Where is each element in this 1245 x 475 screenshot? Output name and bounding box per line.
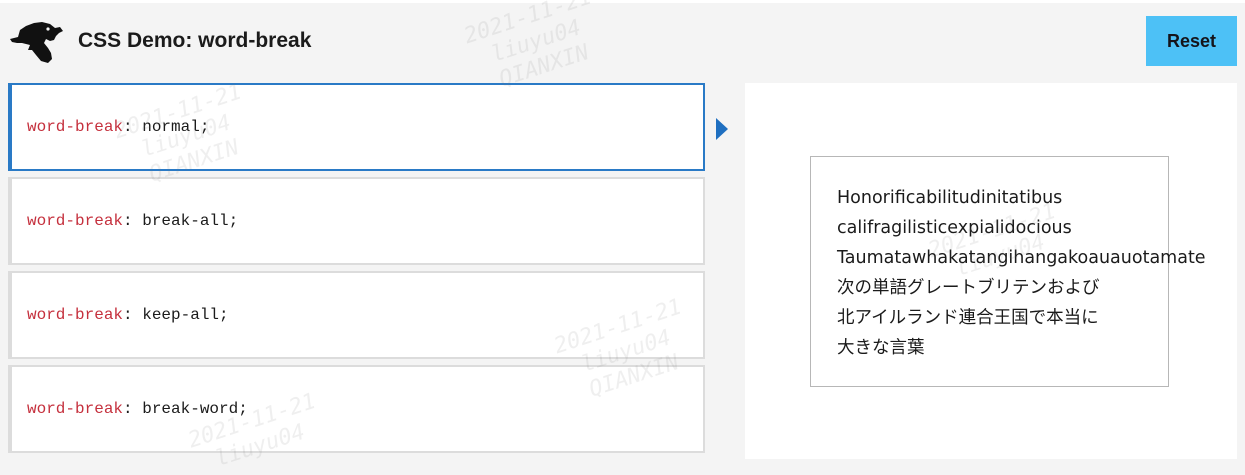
choice-value: keep-all; xyxy=(142,306,229,324)
choice-property: word-break xyxy=(27,306,124,324)
example-line: califragilisticexpialidocious xyxy=(837,218,1072,238)
choice-value: break-word; xyxy=(142,400,248,418)
choice-code: word-break: keep-all; xyxy=(27,306,229,324)
selected-arrow-icon xyxy=(716,118,728,140)
reset-button[interactable]: Reset xyxy=(1146,16,1237,66)
header: CSS Demo: word-break Reset xyxy=(0,3,1245,83)
choice-break-all[interactable]: word-break: break-all; xyxy=(8,177,705,265)
choice-keep-all[interactable]: word-break: keep-all; xyxy=(8,271,705,359)
choice-property: word-break xyxy=(27,400,124,418)
choice-code: word-break: break-all; xyxy=(27,212,239,230)
choice-property: word-break xyxy=(27,118,124,136)
choice-value: normal; xyxy=(142,118,210,136)
output-panel: Honorificabilitudinitatibus califragilis… xyxy=(745,83,1237,459)
choice-property: word-break xyxy=(27,212,124,230)
example-line: Taumatawhakatangihangakoauauotamate xyxy=(837,248,1206,268)
example-element: Honorificabilitudinitatibus califragilis… xyxy=(810,156,1206,387)
page-title: CSS Demo: word-break xyxy=(78,29,312,52)
example-line: Honorificabilitudinitatibus xyxy=(837,188,1063,208)
choice-normal[interactable]: word-break: normal; xyxy=(8,83,705,171)
choice-value: break-all; xyxy=(142,212,239,230)
choice-code: word-break: break-word; xyxy=(27,400,248,418)
dinosaur-logo-icon xyxy=(10,22,63,63)
choice-code: word-break: normal; xyxy=(27,118,210,136)
choice-break-word[interactable]: word-break: break-word; xyxy=(8,365,705,453)
example-line: 次の単語グレートブリテンおよび xyxy=(837,278,1100,298)
page: CSS Demo: word-break Reset word-break: n… xyxy=(0,0,1245,475)
example-line: 大きな言葉 xyxy=(837,338,925,358)
example-line: 北アイルランド連合王国で本当に xyxy=(837,308,1099,328)
choice-list: word-break: normal; word-break: break-al… xyxy=(8,83,705,459)
